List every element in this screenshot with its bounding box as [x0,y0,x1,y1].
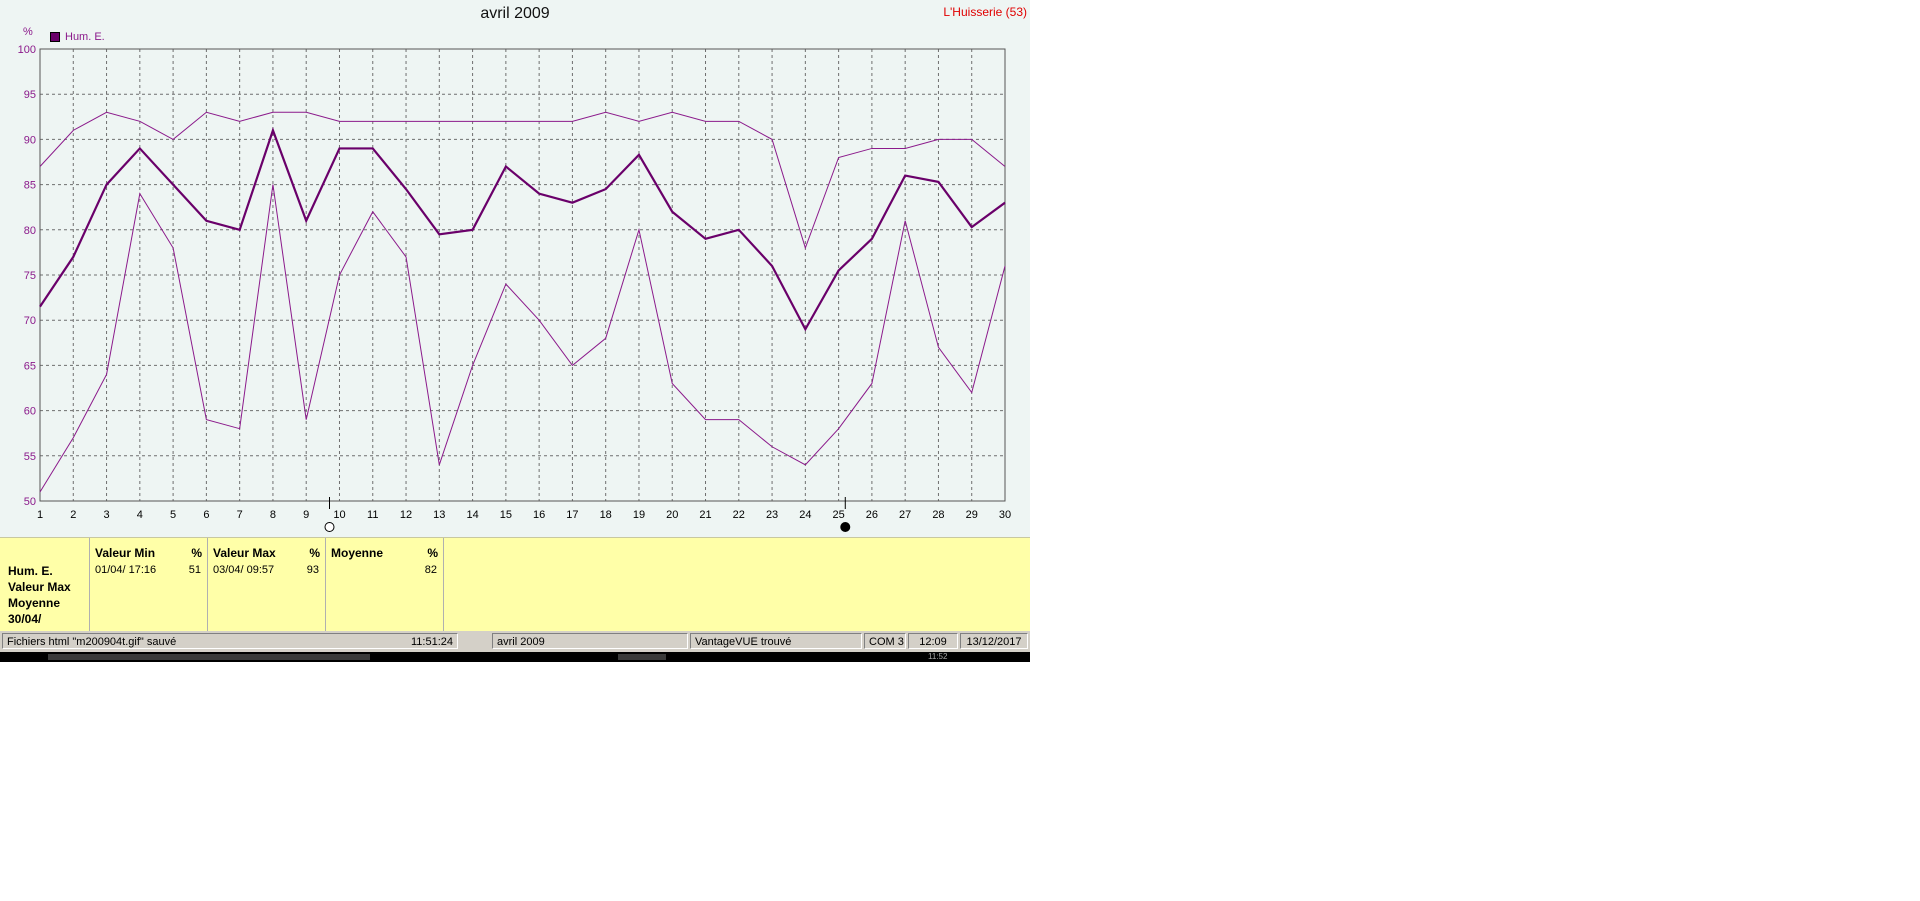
x-tick-label: 18 [600,509,612,521]
taskbar-button[interactable] [618,654,666,660]
x-tick-label: 16 [533,509,545,521]
x-tick-label: 25 [832,509,844,521]
y-tick-label: 90 [24,134,36,146]
status-bar: Fichiers html "m200904t.gif" sauvé 11:51… [0,631,1030,652]
y-tick-label: 55 [24,451,36,463]
taskbar-clock: 11:52 [928,652,948,661]
taskbar: 11:52 [0,652,1030,662]
col-header: Valeur Min [95,546,156,560]
x-tick-label: 17 [566,509,578,521]
col-value: 93 [306,564,319,576]
weather-app-window: avril 2009 L'Huisserie (53) % Hum. E. 50… [0,0,1030,662]
summary-row-labels: Hum. E. Valeur Max Moyenne 30/04/ [8,563,71,627]
x-tick-label: 23 [766,509,778,521]
status-message-text: Fichiers html "m200904t.gif" sauvé [7,636,177,648]
y-tick-label: 75 [24,270,36,282]
col-unit: % [191,546,202,560]
x-tick-label: 10 [333,509,345,521]
x-tick-label: 24 [799,509,811,521]
col-value: 51 [188,564,201,576]
row-label: Moyenne [8,596,61,610]
summary-col-min: Valeur Min % 01/04/ 17:16 51 [90,538,208,631]
y-tick-label: 70 [24,315,36,327]
y-tick-label: 100 [18,44,36,56]
status-message: Fichiers html "m200904t.gif" sauvé 11:51… [2,633,458,649]
y-tick-label: 60 [24,406,36,418]
col-value: 82 [424,564,437,576]
x-tick-label: 26 [866,509,878,521]
row-label: Hum. E. [8,564,53,578]
col-header: Moyenne [331,546,384,560]
x-tick-label: 6 [203,509,209,521]
x-tick-label: 4 [137,509,143,521]
new-moon-icon [840,522,851,532]
row-label: Valeur Max [8,580,71,594]
x-tick-label: 8 [270,509,276,521]
x-tick-label: 2 [70,509,76,521]
x-tick-label: 9 [303,509,309,521]
status-device: VantageVUE trouvé [690,633,862,649]
x-tick-label: 15 [500,509,512,521]
x-tick-label: 20 [666,509,678,521]
full-moon-icon [324,522,335,532]
y-tick-label: 50 [24,496,36,508]
x-tick-label: 11 [367,509,378,521]
x-tick-label: 5 [170,509,176,521]
chart-area: avril 2009 L'Huisserie (53) % Hum. E. 50… [0,0,1030,537]
col-unit: % [309,546,320,560]
row-label: 30/04/ [8,612,42,626]
x-tick-label: 1 [37,509,43,521]
status-clock: 12:09 [908,633,958,649]
x-tick-label: 29 [966,509,978,521]
x-tick-label: 21 [699,509,711,521]
summary-row-labels-col: Hum. E. Valeur Max Moyenne 30/04/ [0,538,90,631]
summary-panel: Hum. E. Valeur Max Moyenne 30/04/ Valeur… [0,537,1030,631]
status-port: COM 3 [864,633,906,649]
x-tick-label: 14 [466,509,478,521]
x-tick-label: 19 [633,509,645,521]
x-tick-label: 3 [103,509,109,521]
y-tick-label: 85 [24,180,36,192]
summary-col-max: Valeur Max % 03/04/ 09:57 93 [208,538,326,631]
taskbar-button[interactable] [48,654,370,660]
summary-col-mean: Moyenne % 82 [326,538,444,631]
x-tick-label: 28 [932,509,944,521]
x-tick-label: 30 [999,509,1011,521]
col-time: 01/04/ 17:16 [95,564,157,576]
x-tick-label: 27 [899,509,911,521]
col-header: Valeur Max [213,546,276,560]
y-tick-label: 95 [24,89,36,101]
x-tick-label: 22 [733,509,745,521]
x-tick-label: 12 [400,509,412,521]
col-time: 03/04/ 09:57 [213,564,275,576]
y-tick-label: 80 [24,225,36,237]
status-time: 11:51:24 [410,636,453,648]
humidity-chart: 505560657075808590951001 2 3 4 5 6 7 8 9 10 11 12 13… [18,44,1011,532]
x-tick-label: 13 [433,509,445,521]
status-date: 13/12/2017 [960,633,1028,649]
col-unit: % [427,546,438,560]
y-tick-label: 65 [24,360,36,372]
status-month: avril 2009 [492,633,688,649]
x-tick-label: 7 [237,509,243,521]
